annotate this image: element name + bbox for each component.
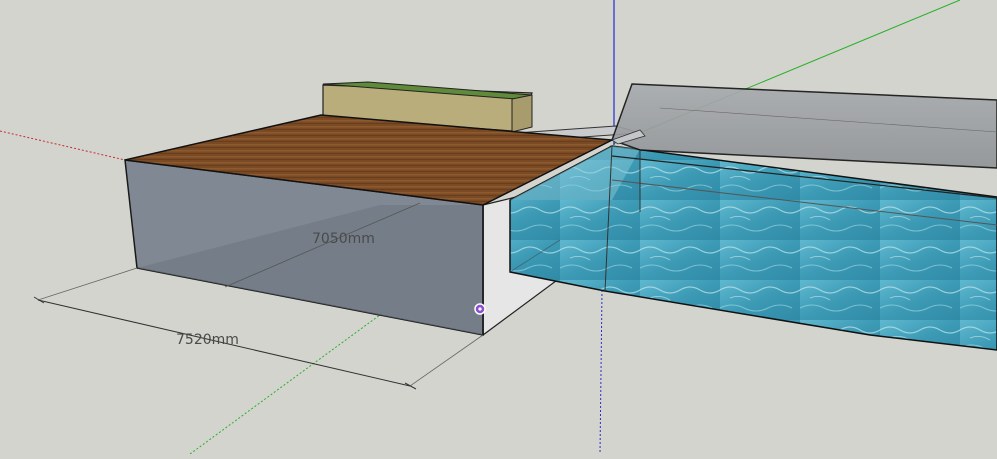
dimension-label-depth[interactable]: 7050mm [312, 231, 375, 247]
inference-point[interactable] [474, 303, 486, 315]
model-canvas[interactable] [0, 0, 997, 455]
dimension-label-width[interactable]: 7520mm [176, 332, 239, 348]
pool[interactable] [509, 145, 997, 351]
sketchup-viewport[interactable]: 7050mm 7520mm [0, 0, 997, 455]
